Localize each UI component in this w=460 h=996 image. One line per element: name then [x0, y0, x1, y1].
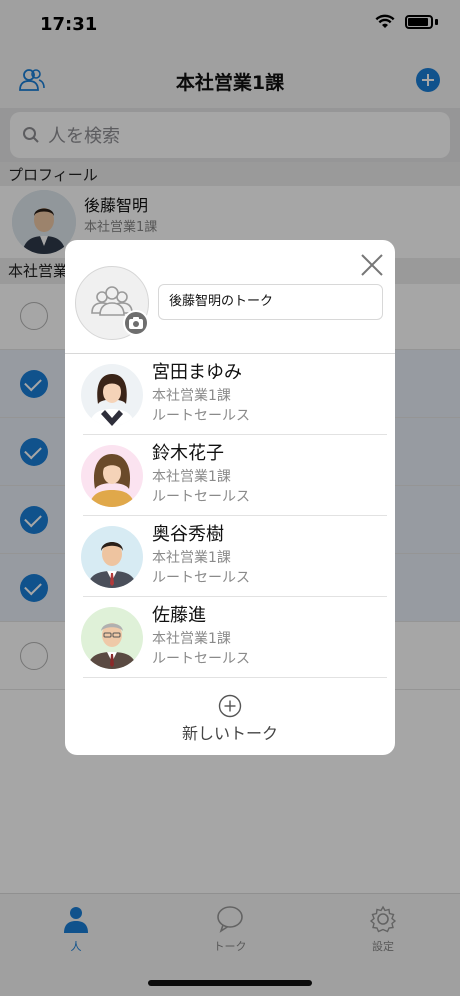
avatar [81, 445, 143, 507]
member-name: 宮田まゆみ [152, 362, 242, 383]
member-row[interactable]: 宮田まゆみ 本社営業1課 ルートセールス [65, 354, 395, 435]
talk-title-field[interactable]: 後藤智明のトーク [158, 284, 383, 320]
divider [83, 677, 387, 678]
avatar [81, 526, 143, 588]
member-row[interactable]: 奥谷秀樹 本社営業1課 ルートセールス [65, 516, 395, 597]
plus-circle-icon [218, 694, 242, 718]
member-team: ルートセールス [152, 408, 250, 424]
close-icon[interactable] [359, 252, 385, 278]
member-team: ルートセールス [152, 570, 250, 586]
member-department: 本社営業1課 [152, 550, 231, 566]
member-row[interactable]: 鈴木花子 本社営業1課 ルートセールス [65, 435, 395, 516]
member-name: 奥谷秀樹 [152, 524, 224, 545]
member-department: 本社営業1課 [152, 388, 231, 404]
avatar [81, 607, 143, 669]
member-department: 本社営業1課 [152, 469, 231, 485]
member-row[interactable]: 佐藤進 本社営業1課 ルートセールス [65, 597, 395, 678]
new-talk-button[interactable]: 新しいトーク [65, 690, 395, 750]
member-name: 鈴木花子 [152, 443, 224, 464]
member-team: ルートセールス [152, 489, 250, 505]
member-team: ルートセールス [152, 651, 250, 667]
avatar [81, 364, 143, 426]
member-name: 佐藤進 [152, 605, 206, 626]
new-talk-label: 新しいトーク [181, 724, 278, 743]
member-department: 本社営業1課 [152, 631, 231, 647]
new-group-talk-dialog: 後藤智明のトーク 宮田まゆみ 本社営業1課 ルートセールス 鈴木花子 本社営業1… [65, 240, 395, 755]
camera-icon[interactable] [123, 310, 149, 336]
